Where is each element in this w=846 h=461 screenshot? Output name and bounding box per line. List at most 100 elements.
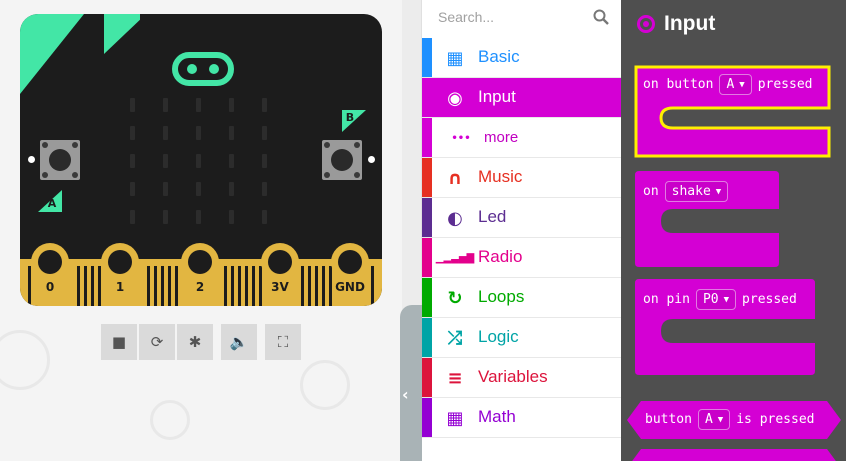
category-label: Math — [478, 407, 516, 426]
edge-finger — [322, 266, 325, 306]
category-color-bar — [422, 78, 432, 117]
button-a-label: A — [47, 197, 57, 210]
refresh-icon: ↻ — [447, 287, 463, 309]
category-color-bar — [422, 358, 432, 397]
search-input[interactable]: Search... — [438, 9, 494, 25]
background-doodle — [150, 400, 190, 440]
category-logic[interactable]: ⤮ Logic — [422, 318, 621, 358]
edge-finger — [308, 266, 311, 306]
gesture-dropdown[interactable]: shake ▼ — [664, 181, 729, 202]
edge-finger — [91, 266, 94, 306]
shuffle-icon: ⤮ — [447, 327, 463, 349]
block-keyword: button — [645, 412, 692, 427]
simulator-controls: ■ ⟳ ✱ 🔈 ⛶ — [101, 324, 301, 360]
led — [262, 182, 267, 196]
mute-button[interactable]: 🔈 — [221, 324, 257, 360]
pin-3v — [261, 243, 299, 281]
category-label: Radio — [478, 247, 523, 266]
category-color-bar — [422, 318, 432, 357]
side-dot — [28, 156, 35, 163]
mute-icon: 🔈 — [229, 333, 249, 351]
led — [229, 154, 234, 168]
category-label: Led — [478, 207, 507, 226]
dots-icon: ••• — [451, 132, 471, 144]
led — [196, 126, 201, 140]
pin-label: 1 — [115, 280, 125, 294]
led — [262, 210, 267, 224]
flyout-header: Input — [637, 12, 715, 36]
edge-finger — [231, 266, 234, 306]
led — [229, 210, 234, 224]
led — [163, 210, 168, 224]
led — [163, 182, 168, 196]
button-b[interactable] — [322, 140, 362, 180]
button-dropdown[interactable]: A ▼ — [697, 409, 731, 430]
pin-2[interactable] — [181, 243, 219, 281]
category-variables[interactable]: ≡ Variables — [422, 358, 621, 398]
pin-dropdown[interactable]: P0 ▼ — [695, 289, 737, 310]
target-icon — [637, 15, 655, 33]
pin-0[interactable] — [31, 243, 69, 281]
background-doodle — [0, 330, 50, 390]
block-keyword: pressed — [757, 77, 813, 92]
category-color-bar — [422, 278, 432, 317]
block-keyword: on button — [643, 77, 714, 92]
flyout-title: Input — [664, 12, 716, 35]
search-box[interactable]: Search... — [422, 0, 621, 36]
block-keyword: pressed — [742, 292, 797, 307]
led — [196, 154, 201, 168]
stop-icon: ■ — [111, 333, 127, 351]
button-b-label: B — [345, 111, 355, 124]
category-label: Variables — [478, 367, 548, 386]
block-partial[interactable] — [627, 449, 841, 461]
edge-finger — [175, 266, 178, 306]
button-a[interactable] — [40, 140, 80, 180]
block-flyout: Input on button A ▼ pressed on shake ▼ on … — [621, 0, 846, 461]
edge-finger — [224, 266, 227, 306]
category-music[interactable]: ∩ Music — [422, 158, 621, 198]
button-dropdown[interactable]: A ▼ — [719, 74, 752, 95]
stop-button[interactable]: ■ — [101, 324, 137, 360]
restart-button[interactable]: ⟳ — [139, 324, 175, 360]
simulator-panel: A B 0 1 2 3V GND ■ ⟳ ✱ 🔈 ⛶ — [0, 0, 402, 461]
category-basic[interactable]: ▦ Basic — [422, 38, 621, 78]
category-label: Logic — [478, 327, 519, 346]
led — [196, 98, 201, 112]
block-keyword: on pin — [643, 292, 690, 307]
category-input[interactable]: ◉ Input — [422, 78, 621, 118]
edge-finger — [154, 266, 157, 306]
pin-label: 0 — [45, 280, 55, 294]
block-keyword: is pressed — [736, 412, 815, 427]
led — [196, 210, 201, 224]
category-color-bar — [422, 198, 432, 237]
calculator-icon: ▦ — [446, 407, 464, 429]
category-color-bar — [422, 238, 432, 277]
pin-label: GND — [335, 280, 365, 294]
debug-button[interactable]: ✱ — [177, 324, 213, 360]
pin-gnd — [331, 243, 369, 281]
category-math[interactable]: ▦ Math — [422, 398, 621, 438]
led — [163, 126, 168, 140]
side-dot — [368, 156, 375, 163]
led — [130, 98, 135, 112]
microbit-logo — [172, 52, 234, 86]
pin-1[interactable] — [101, 243, 139, 281]
led — [130, 126, 135, 140]
background-doodle — [300, 360, 350, 410]
edge-finger — [315, 266, 318, 306]
category-radio[interactable]: ▁▂▃▅▇ Radio — [422, 238, 621, 278]
led — [196, 182, 201, 196]
debug-icon: ✱ — [188, 333, 202, 351]
search-icon[interactable] — [593, 9, 609, 25]
led — [229, 98, 234, 112]
led — [262, 98, 267, 112]
fullscreen-button[interactable]: ⛶ — [265, 324, 301, 360]
category-more[interactable]: ••• more — [422, 118, 621, 158]
edge-finger — [168, 266, 171, 306]
led — [163, 98, 168, 112]
category-led[interactable]: ◐ Led — [422, 198, 621, 238]
category-loops[interactable]: ↻ Loops — [422, 278, 621, 318]
category-label: more — [484, 129, 519, 146]
led — [163, 154, 168, 168]
collapse-simulator-button[interactable]: ‹ — [400, 305, 422, 461]
